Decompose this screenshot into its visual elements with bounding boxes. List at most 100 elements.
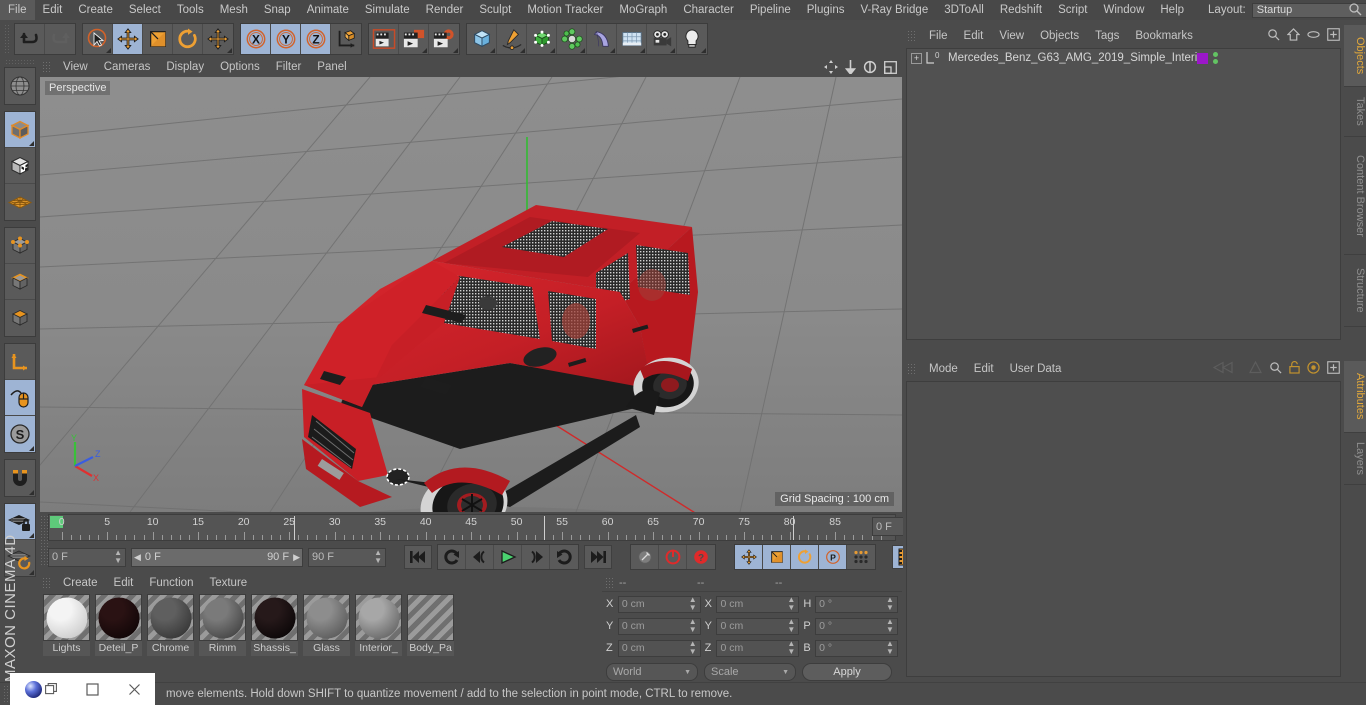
- material-item[interactable]: Glass: [303, 594, 350, 656]
- material-thumbnail[interactable]: [251, 594, 298, 641]
- soft-selection-button[interactable]: S: [5, 416, 35, 452]
- dolly-icon[interactable]: [845, 60, 856, 74]
- coordinate-mode-dropdown[interactable]: Scale ▼: [704, 663, 796, 681]
- back-arrow-icon[interactable]: [1212, 361, 1242, 374]
- spinner-icon[interactable]: ▲▼: [114, 549, 122, 565]
- magnet-button[interactable]: [5, 460, 35, 496]
- forward-arrow-icon[interactable]: [1249, 361, 1262, 374]
- object-menu-tags[interactable]: Tags: [1087, 30, 1127, 42]
- edges-mode-button[interactable]: [5, 264, 35, 300]
- menu-item-character[interactable]: Character: [675, 0, 742, 20]
- lock-icon[interactable]: [1289, 361, 1300, 374]
- next-frame-button[interactable]: [522, 545, 550, 569]
- object-axis-button[interactable]: [5, 344, 35, 380]
- autokeying-button[interactable]: [659, 545, 687, 569]
- menu-item-motion-tracker[interactable]: Motion Tracker: [519, 0, 611, 20]
- orbit-icon[interactable]: [863, 60, 877, 74]
- tab-objects[interactable]: Objects: [1344, 25, 1366, 87]
- visibility-dots[interactable]: [1213, 52, 1218, 64]
- go-to-start-button[interactable]: [404, 545, 432, 569]
- ellipse-icon[interactable]: [1307, 30, 1320, 39]
- lock-x-button[interactable]: X: [241, 23, 271, 54]
- expand-toggle-icon[interactable]: +: [911, 52, 922, 64]
- spinner-icon[interactable]: ▲▼: [886, 596, 894, 612]
- menu-item-create[interactable]: Create: [70, 0, 121, 20]
- material-item[interactable]: Interior_: [355, 594, 402, 656]
- pan-icon[interactable]: [824, 60, 838, 74]
- attribute-menu-edit[interactable]: Edit: [966, 363, 1002, 375]
- viewport-menu-filter[interactable]: Filter: [268, 61, 310, 73]
- add-cube-button[interactable]: [467, 23, 497, 54]
- workplane-mode-button[interactable]: [5, 184, 35, 220]
- coord-field-size-y[interactable]: 0 cm ▲ ▼: [716, 617, 800, 635]
- maximize-icon[interactable]: [884, 60, 897, 74]
- texture-mode-button[interactable]: [5, 148, 35, 184]
- spinner-icon[interactable]: ▲▼: [787, 596, 795, 612]
- spinner-icon[interactable]: ▲▼: [787, 640, 795, 656]
- search-icon[interactable]: [1269, 361, 1282, 374]
- scale-button[interactable]: [143, 23, 173, 54]
- menu-item-redshift[interactable]: Redshift: [992, 0, 1050, 20]
- material-item[interactable]: Shassis_: [251, 594, 298, 656]
- search-icon[interactable]: [1267, 28, 1280, 41]
- plus-box-icon[interactable]: [1327, 361, 1340, 374]
- menu-item-edit[interactable]: Edit: [35, 0, 71, 20]
- render-settings-button[interactable]: [429, 23, 459, 54]
- play-reverse-loop-button[interactable]: [438, 545, 466, 569]
- menu-item-vray-bridge[interactable]: V-Ray Bridge: [852, 0, 936, 20]
- attribute-manager-grip[interactable]: [907, 363, 916, 375]
- spinner-icon[interactable]: ▲▼: [886, 618, 894, 634]
- range-right-arrow-icon[interactable]: ▶: [293, 552, 300, 563]
- move-duplicate-button[interactable]: [203, 23, 233, 54]
- tab-attributes[interactable]: Attributes: [1344, 361, 1366, 433]
- menu-item-sculpt[interactable]: Sculpt: [471, 0, 519, 20]
- spinner-icon[interactable]: ▲▼: [689, 596, 697, 612]
- menu-item-3dtoall[interactable]: 3DToAll: [936, 0, 992, 20]
- material-menu-texture[interactable]: Texture: [201, 577, 255, 589]
- scale-key-button[interactable]: [763, 545, 791, 569]
- coord-field-pos-x[interactable]: 0 cm ▲ ▼: [617, 595, 701, 613]
- material-menu-create[interactable]: Create: [55, 577, 106, 589]
- deformer-button[interactable]: [587, 23, 617, 54]
- object-manager-grip[interactable]: [907, 30, 916, 42]
- material-thumbnail[interactable]: [303, 594, 350, 641]
- material-thumbnail[interactable]: [147, 594, 194, 641]
- menu-item-mesh[interactable]: Mesh: [212, 0, 256, 20]
- material-thumbnail[interactable]: [407, 594, 454, 641]
- menu-item-plugins[interactable]: Plugins: [799, 0, 853, 20]
- generator-button[interactable]: [527, 23, 557, 54]
- timeline-range-slider[interactable]: ◀ 0 F 90 F ▶: [131, 547, 303, 567]
- rotate-button[interactable]: [173, 23, 203, 54]
- camera-button[interactable]: [647, 23, 677, 54]
- object-manager-tree[interactable]: + 0 Mercedes_Benz_G63_AMG_2019_Simple_In…: [906, 48, 1341, 340]
- restore-window-icon[interactable]: [44, 683, 57, 695]
- lock-y-button[interactable]: Y: [271, 23, 301, 54]
- range-left-arrow-icon[interactable]: ◀: [134, 552, 141, 563]
- menu-item-snap[interactable]: Snap: [256, 0, 299, 20]
- coord-field-rot-b[interactable]: 0 ° ▲ ▼: [815, 639, 898, 657]
- menu-item-mograph[interactable]: MoGraph: [611, 0, 675, 20]
- coord-field-size-x[interactable]: 0 cm ▲ ▼: [716, 595, 800, 613]
- plus-box-icon[interactable]: [1327, 28, 1340, 41]
- play-forward-loop-button[interactable]: [550, 545, 578, 569]
- menu-item-select[interactable]: Select: [121, 0, 169, 20]
- position-key-button[interactable]: [735, 545, 763, 569]
- coord-field-pos-y[interactable]: 0 cm ▲ ▼: [617, 617, 701, 635]
- os-app-entry[interactable]: [24, 680, 57, 698]
- material-thumbnail[interactable]: [95, 594, 142, 641]
- material-menu-function[interactable]: Function: [141, 577, 201, 589]
- coordinate-system-dropdown[interactable]: World ▼: [606, 663, 698, 681]
- start-frame-field[interactable]: 0 F ▲ ▼: [48, 547, 126, 567]
- spinner-icon[interactable]: ▲▼: [886, 640, 894, 656]
- coord-field-rot-h[interactable]: 0 ° ▲ ▼: [815, 595, 898, 613]
- undo-button[interactable]: [15, 23, 45, 54]
- timeline-ruler[interactable]: 051015202530354045505560657075808590: [48, 514, 896, 541]
- move-button[interactable]: [113, 23, 143, 54]
- viewport-3d[interactable]: Perspective Grid Spacing : 100 cm Y X Z: [40, 77, 902, 512]
- left-toolbar-grip[interactable]: [5, 59, 35, 66]
- attribute-menu-user-data[interactable]: User Data: [1002, 363, 1070, 375]
- viewport-menu-view[interactable]: View: [55, 61, 96, 73]
- material-menu-grip[interactable]: [42, 577, 51, 589]
- toolbar-grip[interactable]: [4, 23, 11, 54]
- point-level-animation-button[interactable]: [847, 545, 875, 569]
